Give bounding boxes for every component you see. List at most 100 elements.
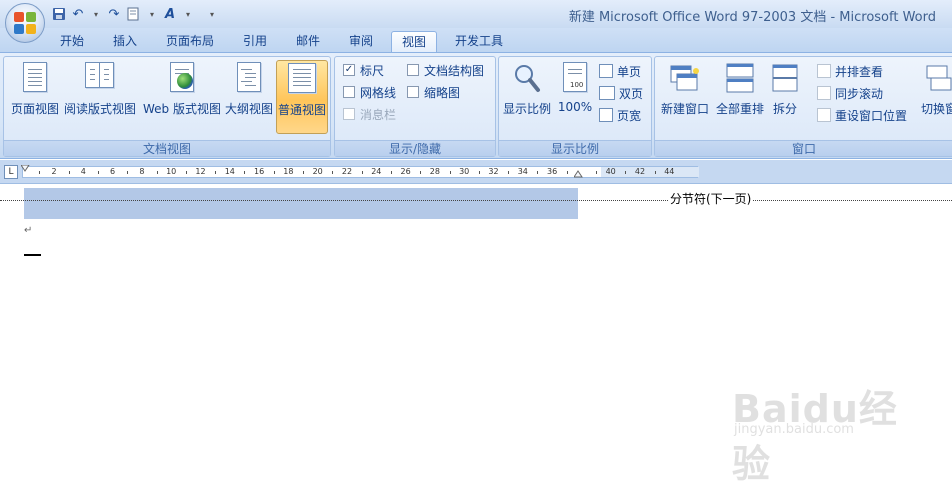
side-by-side-label: 并排查看 xyxy=(835,64,884,79)
horizontal-ruler-bar: L 2 4 6 8 10 12 14 16 18 20 22 24 26 28 30 32 34 36 40 42 44 xyxy=(0,160,952,184)
ruler-tick-label: 34 xyxy=(517,167,528,176)
web-view-label: Web 版式视图 xyxy=(143,102,221,116)
two-pages-label: 双页 xyxy=(619,86,644,101)
ruler-tick-label: 2 xyxy=(51,167,57,176)
title-bar: ↶ ▾ ↷ ▾ A ▾ ▾ 新建 Microsoft Office Word 9… xyxy=(0,0,952,28)
ribbon: 页面视图 阅读版式视图 Web 版式视图 大纲视图 普通视图 文档视图 ✓ 标尺… xyxy=(0,52,952,159)
ruler-minor-tick xyxy=(273,171,275,174)
paragraph-mark: ↵ xyxy=(24,225,33,236)
page-width-button[interactable]: 页宽 xyxy=(599,105,641,125)
page-view-button[interactable]: 页面视图 xyxy=(7,60,63,134)
ruler-minor-tick xyxy=(654,171,656,174)
office-button[interactable] xyxy=(5,3,45,43)
two-pages-button[interactable]: 双页 xyxy=(599,83,643,103)
ruler-tick-label: 22 xyxy=(341,167,353,176)
ruler-tick-label: 18 xyxy=(283,167,294,176)
office-logo-icon xyxy=(14,12,36,34)
tab-view[interactable]: 视图 xyxy=(391,31,437,52)
split-button[interactable]: 拆分 xyxy=(767,60,803,134)
first-line-indent-marker[interactable] xyxy=(21,165,31,173)
reading-view-label: 阅读版式视图 xyxy=(63,102,136,116)
ruler-minor-tick xyxy=(127,171,129,174)
right-indent-marker[interactable] xyxy=(574,170,584,178)
normal-view-button[interactable]: 普通视图 xyxy=(276,60,328,134)
baidu-watermark: Baidu经验 jingyan.baidu.com xyxy=(728,378,928,486)
tab-selector-icon[interactable]: L xyxy=(4,165,18,179)
arrange-all-label: 全部重排 xyxy=(715,102,764,116)
group-label-zoom: 显示比例 xyxy=(499,140,651,156)
ruler-check-icon: ✓ xyxy=(343,64,355,76)
document-map-checkbox[interactable]: 文档结构图 xyxy=(407,61,484,79)
horizontal-ruler[interactable]: 2 4 6 8 10 12 14 16 18 20 22 24 26 28 30 32 34 36 40 42 44 xyxy=(21,165,699,178)
arrange-all-icon xyxy=(724,62,756,94)
thumbnails-checkbox-label: 缩略图 xyxy=(424,85,461,100)
ruler-tick-label: 16 xyxy=(254,167,265,176)
gridlines-checkbox[interactable]: 网格线 xyxy=(343,83,396,101)
thumbnails-check-icon xyxy=(407,86,419,98)
print-dropdown-icon[interactable]: ▾ xyxy=(144,5,160,23)
one-page-icon xyxy=(599,64,613,78)
ruler-minor-tick xyxy=(97,171,99,174)
font-color-dropdown-icon[interactable]: ▾ xyxy=(180,5,196,23)
ruler-minor-tick xyxy=(390,171,392,174)
tab-page-layout[interactable]: 页面布局 xyxy=(158,31,222,52)
outline-view-button[interactable]: 大纲视图 xyxy=(223,60,275,134)
split-label: 拆分 xyxy=(772,102,797,116)
ruler-minor-tick xyxy=(420,171,422,174)
gridlines-check-icon xyxy=(343,86,355,98)
ruler-tick-label: 20 xyxy=(312,167,323,176)
group-show-hide: ✓ 标尺 网格线 消息栏 文档结构图 缩略图 显示/隐藏 xyxy=(334,56,496,157)
zoom-100-button[interactable]: 100 100% xyxy=(555,60,595,134)
text-selection xyxy=(24,188,578,219)
reading-view-button[interactable]: 阅读版式视图 xyxy=(62,60,138,134)
tab-developer[interactable]: 开发工具 xyxy=(446,31,512,52)
tab-review[interactable]: 审阅 xyxy=(339,31,383,52)
new-window-button[interactable]: 新建窗口 xyxy=(657,60,713,134)
group-window: 新建窗口 全部重排 拆分 并排查看 同步滚动 重设窗口位置 切换窗 窗口 xyxy=(654,56,952,157)
tab-home[interactable]: 开始 xyxy=(50,31,94,52)
reading-view-icon xyxy=(84,62,116,94)
web-view-button[interactable]: Web 版式视图 xyxy=(140,60,224,134)
ruler-minor-tick xyxy=(478,171,480,174)
sync-scroll-icon xyxy=(817,86,831,100)
customize-qat-icon[interactable]: ▾ xyxy=(204,5,220,23)
tab-mailings[interactable]: 邮件 xyxy=(286,31,330,52)
font-color-icon[interactable]: A xyxy=(162,5,178,23)
tab-references[interactable]: 引用 xyxy=(233,31,277,52)
print-preview-icon[interactable] xyxy=(124,5,142,23)
window-title: 新建 Microsoft Office Word 97-2003 文档 - Mi… xyxy=(568,10,936,25)
group-label-show-hide: 显示/隐藏 xyxy=(335,140,495,156)
reset-position-label: 重设窗口位置 xyxy=(835,108,908,123)
page-width-label: 页宽 xyxy=(617,108,642,123)
end-of-document-marker xyxy=(24,254,41,256)
arrange-all-button[interactable]: 全部重排 xyxy=(713,60,767,134)
ruler-tick-label: 12 xyxy=(195,167,206,176)
redo-icon[interactable]: ↷ xyxy=(106,5,122,23)
thumbnails-checkbox[interactable]: 缩略图 xyxy=(407,83,460,101)
ruler-minor-tick xyxy=(303,171,305,174)
message-bar-check-icon xyxy=(343,108,355,120)
document-map-checkbox-label: 文档结构图 xyxy=(424,63,485,78)
reset-position-icon xyxy=(817,108,831,122)
normal-view-icon xyxy=(286,63,318,95)
undo-icon[interactable]: ↶ xyxy=(70,5,86,23)
watermark-url: jingyan.baidu.com xyxy=(734,422,854,437)
ruler-minor-tick xyxy=(566,171,568,174)
ruler-minor-tick xyxy=(537,171,539,174)
new-window-label: 新建窗口 xyxy=(660,102,709,116)
undo-dropdown-icon[interactable]: ▾ xyxy=(88,5,104,23)
ruler-tick-label: 36 xyxy=(547,167,558,176)
tab-insert[interactable]: 插入 xyxy=(103,31,147,52)
one-page-button[interactable]: 单页 xyxy=(599,61,641,81)
zoom-button[interactable]: 显示比例 xyxy=(501,60,553,134)
group-label-window: 窗口 xyxy=(655,140,952,156)
ruler-tick-label: 42 xyxy=(634,167,646,176)
one-page-label: 单页 xyxy=(617,64,642,79)
save-icon[interactable] xyxy=(50,5,68,23)
ruler-checkbox[interactable]: ✓ 标尺 xyxy=(343,61,384,79)
outline-view-icon xyxy=(233,62,265,94)
switch-windows-button[interactable]: 切换窗 xyxy=(919,60,952,134)
ruler-minor-tick xyxy=(449,171,451,174)
section-break-line xyxy=(0,200,952,201)
reset-window-position-button: 重设窗口位置 xyxy=(817,105,907,125)
